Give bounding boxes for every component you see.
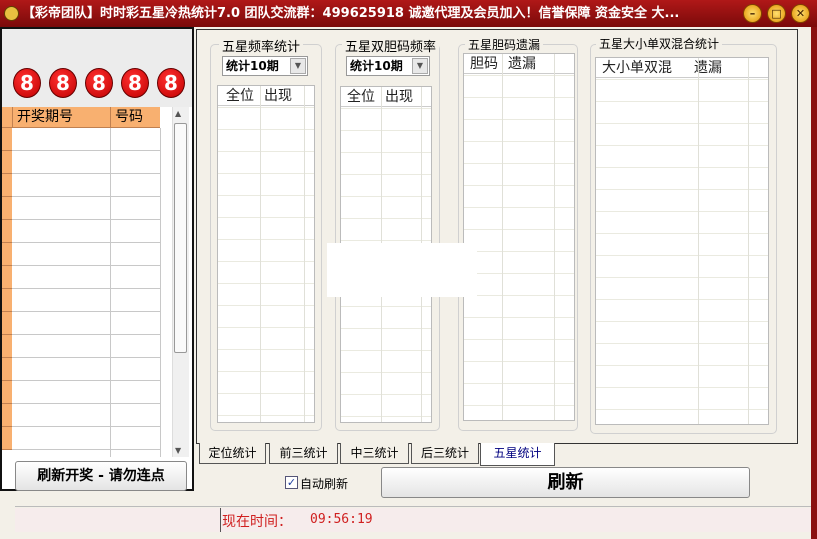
auto-refresh-checkbox[interactable]: ✓ xyxy=(285,476,298,489)
tab-back-three-stats[interactable]: 后三统计 xyxy=(411,443,479,464)
column-header[interactable]: 遗漏 xyxy=(508,56,536,72)
list-header: 胆码 遗漏 xyxy=(464,54,574,74)
row-header xyxy=(2,289,12,312)
table-row[interactable] xyxy=(2,266,160,289)
scrollbar-thumb[interactable] xyxy=(174,123,187,353)
column-header[interactable]: 出现 xyxy=(264,88,292,104)
group-title: 五星大小单双混合统计 xyxy=(596,35,723,52)
tab-middle-three-stats[interactable]: 中三统计 xyxy=(340,443,409,464)
maximize-button[interactable]: □ xyxy=(767,4,786,23)
tab-front-three-stats[interactable]: 前三统计 xyxy=(269,443,338,464)
column-header[interactable]: 胆码 xyxy=(470,56,498,72)
dropdown-value: 统计10期 xyxy=(226,59,279,73)
number-ball: 8 xyxy=(13,68,41,98)
number-ball: 8 xyxy=(157,68,185,98)
current-time: 09:56:19 xyxy=(310,512,373,527)
column-divider xyxy=(110,128,111,457)
list-header: 大小单双混 遗漏 xyxy=(596,58,768,78)
refresh-button[interactable]: 刷新 xyxy=(381,467,750,498)
list-header: 全位 出现 xyxy=(341,87,431,107)
refresh-draw-button[interactable]: 刷新开奖 - 请勿连点 xyxy=(15,461,187,491)
table-row[interactable] xyxy=(2,312,160,335)
row-header xyxy=(2,358,12,381)
row-header xyxy=(2,174,12,197)
row-header xyxy=(2,243,12,266)
minimize-button[interactable]: – xyxy=(743,4,762,23)
row-header xyxy=(2,335,12,358)
column-divider xyxy=(260,86,261,422)
table-row[interactable] xyxy=(2,427,160,450)
table-row[interactable] xyxy=(2,404,160,427)
column-header[interactable]: 大小单双混 xyxy=(602,60,672,76)
dropdown-value: 统计10期 xyxy=(350,59,403,73)
table-row[interactable] xyxy=(2,289,160,312)
group-title: 五星胆码遗漏 xyxy=(465,36,544,53)
scroll-down-arrow-icon[interactable]: ▼ xyxy=(175,446,181,455)
column-divider xyxy=(304,86,305,422)
scroll-up-arrow-icon[interactable]: ▲ xyxy=(175,109,181,118)
row-header-corner xyxy=(2,107,12,128)
frequency-list[interactable]: 全位 出现 xyxy=(217,85,315,423)
row-header xyxy=(2,427,12,450)
tab-five-star-stats[interactable]: 五星统计 xyxy=(480,443,555,466)
time-label: 现在时间： xyxy=(222,514,292,530)
close-button[interactable]: ✕ xyxy=(791,4,810,23)
table-row[interactable] xyxy=(2,381,160,404)
row-header xyxy=(2,151,12,174)
number-ball: 8 xyxy=(85,68,113,98)
column-divider xyxy=(160,128,161,457)
tab-position-stats[interactable]: 定位统计 xyxy=(199,443,266,464)
group-title: 五星频率统计 xyxy=(219,36,304,55)
code-missing-list[interactable]: 胆码 遗漏 xyxy=(463,53,575,421)
table-row[interactable] xyxy=(2,243,160,266)
draw-results-panel: 8 8 8 8 8 开奖期号 号码 ▲ ▼ xyxy=(0,27,194,491)
vertical-scrollbar[interactable]: ▲ ▼ xyxy=(172,107,189,457)
table-row[interactable] xyxy=(2,151,160,174)
period-dropdown[interactable]: 统计10期 ▼ xyxy=(346,56,430,76)
row-header xyxy=(2,128,12,151)
group-title: 五星双胆码频率 xyxy=(342,36,440,55)
row-header xyxy=(2,197,12,220)
row-header xyxy=(2,220,12,243)
window-title: 【彩帝团队】时时彩五星冷热统计7.0 团队交流群：499625918 诚邀代理及… xyxy=(22,6,680,21)
column-header-number[interactable]: 号码 xyxy=(110,107,160,128)
status-bar: 现在时间： 09:56:19 xyxy=(15,508,811,532)
table-row[interactable] xyxy=(2,128,160,151)
size-parity-list[interactable]: 大小单双混 遗漏 xyxy=(595,57,769,425)
table-row[interactable] xyxy=(2,174,160,197)
column-divider xyxy=(554,54,555,420)
column-divider xyxy=(698,58,699,424)
balls-area: 8 8 8 8 8 xyxy=(2,29,192,107)
chevron-down-icon[interactable]: ▼ xyxy=(412,58,428,74)
row-header xyxy=(2,312,12,335)
number-ball: 8 xyxy=(121,68,149,98)
period-dropdown[interactable]: 统计10期 ▼ xyxy=(222,56,308,76)
table-row[interactable] xyxy=(2,358,160,381)
column-divider xyxy=(502,54,503,420)
auto-refresh-label[interactable]: 自动刷新 xyxy=(300,475,348,492)
column-header[interactable]: 出现 xyxy=(385,89,413,105)
table-row[interactable] xyxy=(2,197,160,220)
blank-overlay xyxy=(327,243,477,297)
row-header xyxy=(2,266,12,289)
row-header xyxy=(2,381,12,404)
divider xyxy=(15,506,811,507)
table-row[interactable] xyxy=(2,335,160,358)
number-ball: 8 xyxy=(49,68,77,98)
column-divider xyxy=(748,58,749,424)
window-border xyxy=(811,27,817,539)
list-header: 全位 出现 xyxy=(218,86,314,106)
column-header[interactable]: 全位 xyxy=(347,89,375,105)
column-header-period[interactable]: 开奖期号 xyxy=(12,107,110,128)
column-header[interactable]: 全位 xyxy=(226,88,254,104)
table-row[interactable] xyxy=(2,220,160,243)
title-bar: 【彩帝团队】时时彩五星冷热统计7.0 团队交流群：499625918 诚邀代理及… xyxy=(0,0,817,27)
row-header xyxy=(2,404,12,427)
divider xyxy=(220,508,221,532)
chevron-down-icon[interactable]: ▼ xyxy=(290,58,306,74)
app-icon xyxy=(4,6,19,21)
